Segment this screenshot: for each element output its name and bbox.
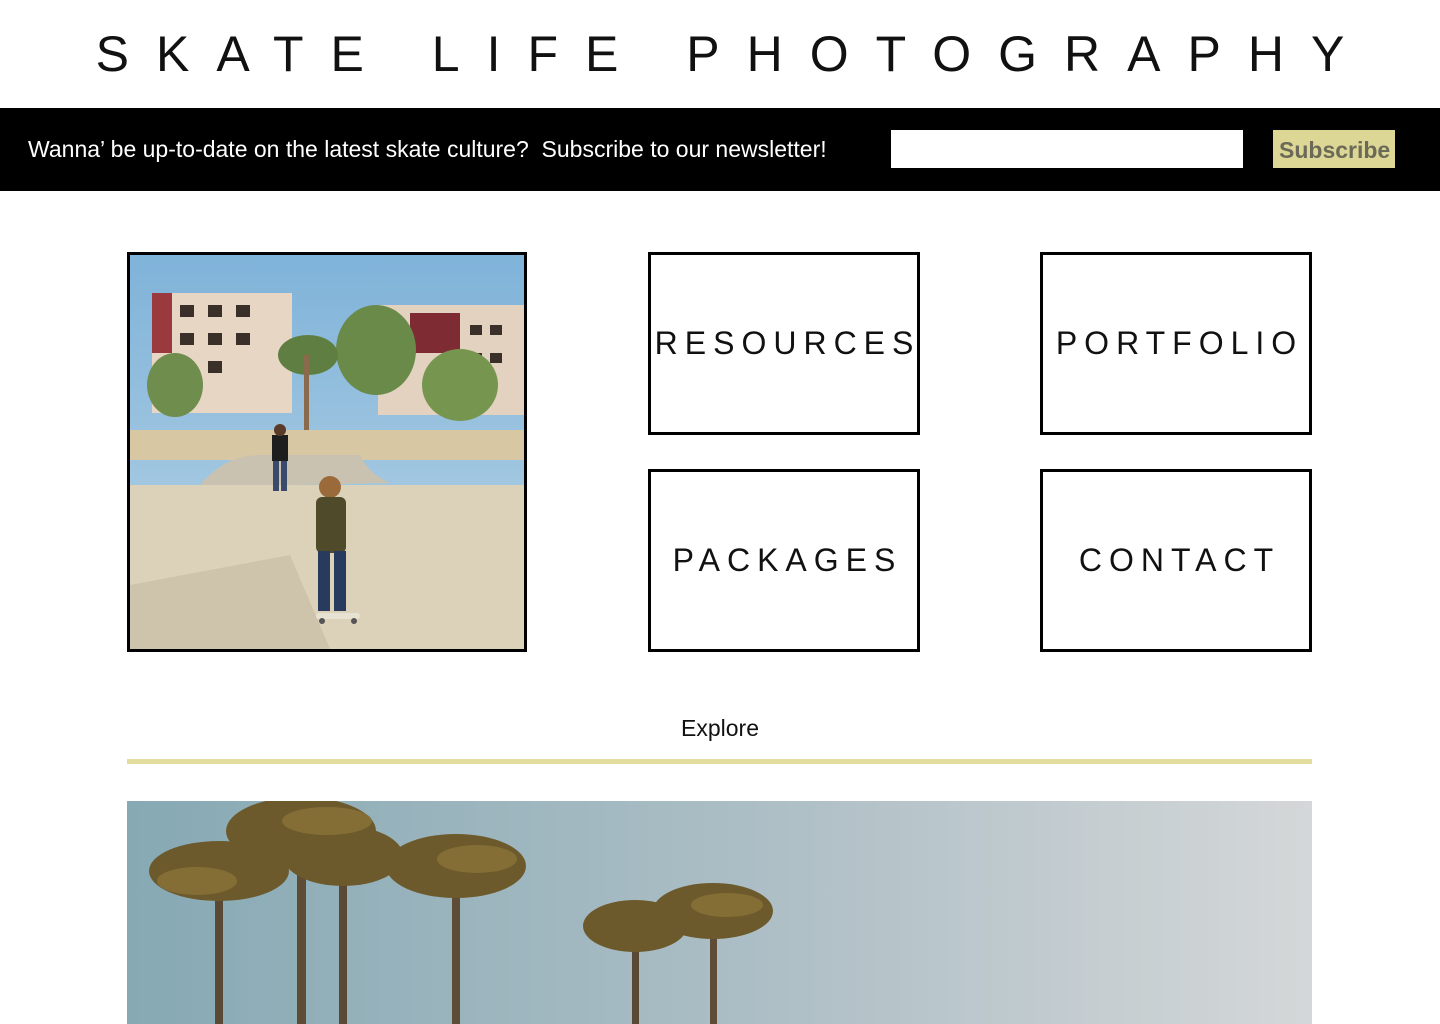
nav-contact-label: CONTACT [1078,542,1281,578]
nav-portfolio-button[interactable]: PORTFOLIO [1040,252,1312,435]
site-title: SKATE LIFE PHOTOGRAPHY [95,26,1372,82]
explore-divider [127,759,1312,764]
palm-trees-banner-photo [127,801,1312,1024]
nav-portfolio-label: PORTFOLIO [1055,325,1304,361]
subscribe-button[interactable]: Subscribe [1273,130,1395,168]
nav-contact-button[interactable]: CONTACT [1040,469,1312,652]
nav-resources-label: RESOURCES [654,325,921,361]
newsletter-message: Wanna’ be up-to-date on the latest skate… [28,136,827,162]
nav-resources-button[interactable]: RESOURCES [648,252,920,435]
explore-heading: Explore [681,715,759,741]
newsletter-email-input[interactable] [891,130,1243,168]
newsletter-bar: Wanna’ be up-to-date on the latest skate… [0,108,1440,191]
nav-packages-label: PACKAGES [672,542,903,578]
nav-packages-button[interactable]: PACKAGES [648,469,920,652]
site-header: SKATE LIFE PHOTOGRAPHY [0,0,1440,108]
hero-skateboarder-photo [127,252,527,652]
